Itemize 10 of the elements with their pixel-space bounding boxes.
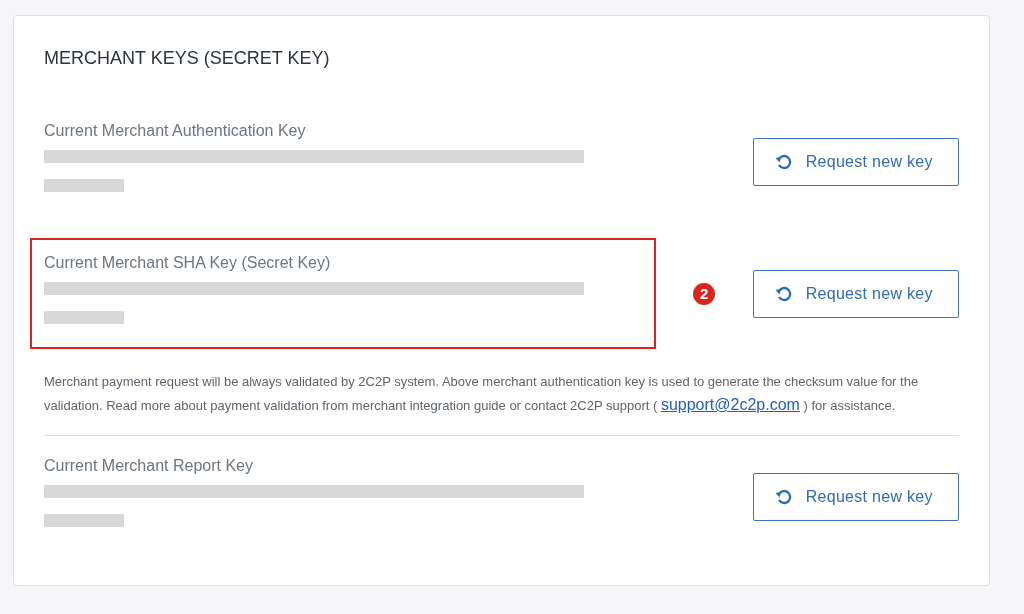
- key-label: Current Merchant Authentication Key: [44, 122, 307, 140]
- request-new-key-button[interactable]: Request new key: [752, 472, 959, 521]
- card-title: MERCHANT KEYS (SECRET KEY): [44, 48, 331, 69]
- key-label: Current Merchant SHA Key (Secret Key): [44, 254, 332, 272]
- request-new-key-button[interactable]: Request new key: [752, 269, 959, 318]
- request-new-key-button[interactable]: Request new key: [752, 137, 959, 186]
- support-email-link[interactable]: support@2c2p.com: [660, 396, 800, 413]
- step-badge: 2: [693, 282, 716, 305]
- key-label: Current Merchant Report Key: [44, 457, 254, 475]
- help-text: Merchant payment request will be always validated by 2C2P system. Above merchant authentication key is used to generate the checksum value for the validation. Read more about payment validation from merchant integration guide or contact 2C2P support ( support@2c2p.com ) for assistance.: [44, 373, 920, 415]
